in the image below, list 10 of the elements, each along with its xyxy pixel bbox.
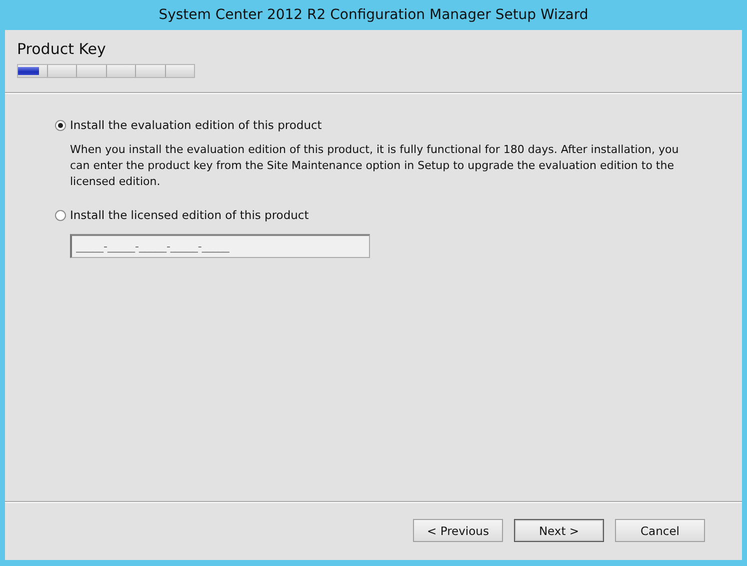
wizard-button[interactable]: Next >	[514, 519, 604, 542]
radio-button[interactable]	[55, 210, 66, 220]
option-label[interactable]: Install the licensed edition of this product	[70, 208, 309, 222]
wizard-button[interactable]: < Previous	[413, 519, 503, 542]
description-text: When you install the evaluation edition of this product, it is fully functional for 180 days. After installation, you can enter the product key from the Site Maintenance option in Setup to upgrade the evaluation edition to the licensed edition.	[70, 142, 680, 190]
window-title: System Center 2012 R2 Configuration Manager Setup Wizard	[158, 7, 588, 23]
radio-button[interactable]	[55, 120, 66, 130]
option-label[interactable]: Install the evaluation edition of this product	[70, 118, 322, 132]
wizard-button[interactable]: Cancel	[615, 519, 705, 542]
page-title: Product Key	[17, 40, 107, 58]
